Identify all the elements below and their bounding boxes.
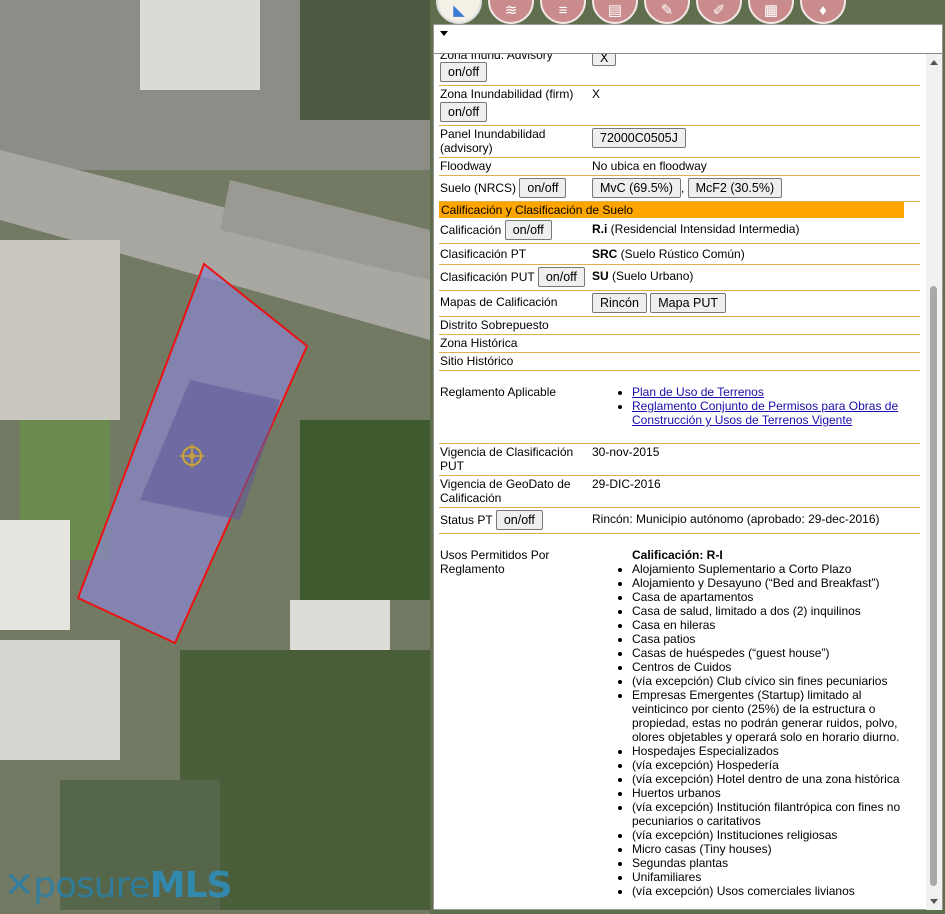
uses-list: Alojamiento Suplementario a Corto PlazoA… [592,562,920,898]
row-value: Rincón: Municipio autónomo (aprobado: 29… [592,512,880,526]
reglamento-conjunto-link[interactable]: Reglamento Conjunto de Permisos para Obr… [632,399,898,427]
panel-header [434,25,942,54]
list-item: Plan de Uso de Terrenos [632,385,920,399]
row-label: Zona Inundabilidad (firm) [440,87,574,101]
uses-list-item: (vía excepción) Usos comerciales liviano… [632,884,920,898]
scroll-down-icon[interactable] [930,899,938,904]
uses-list-item: Micro casas (Tiny houses) [632,842,920,856]
row-status-pt: Status PT on/off Rincón: Municipio autón… [439,508,920,534]
uses-list-item: (vía excepción) Hotel dentro de una zona… [632,772,920,786]
uses-list-item: Unifamiliares [632,870,920,884]
row-value: No ubica en floodway [592,159,707,173]
section-header: Calificación y Clasificación de Suelo [439,202,904,218]
value-button[interactable]: X [592,54,617,66]
mapa-put-button[interactable]: Mapa PUT [650,293,727,313]
row-distrito: Distrito Sobrepuesto [439,317,920,335]
uses-list-item: (vía excepción) Institución filantrópica… [632,800,920,828]
collapse-arrow-icon[interactable] [440,31,448,36]
row-label: Clasificación PUT [440,270,535,284]
row-label: Mapas de Calificación [440,295,558,309]
scrollbar[interactable] [926,54,942,910]
uses-list-item: (vía excepción) Club cívico sin fines pe… [632,674,920,688]
row-value: 30-nov-2015 [592,445,660,459]
zoning-desc: (Residencial Intensidad Intermedia) [607,222,800,236]
toggle-button[interactable]: on/off [440,102,488,122]
panel-button[interactable]: 72000C0505J [592,128,686,148]
uses-list-item: (vía excepción) Hospedería [632,758,920,772]
uses-list-item: Casa de salud, limitado a dos (2) inquil… [632,604,920,618]
logo-mark-icon: ✕ [4,865,34,906]
row-label: Suelo (NRCS) [440,181,517,195]
toggle-button[interactable]: on/off [537,267,585,287]
row-label: Vigencia de GeoDato de Calificación [440,477,571,505]
soil-button-2[interactable]: McF2 (30.5%) [687,178,783,198]
row-label: Distrito Sobrepuesto [440,318,549,332]
row-label: Floodway [440,159,492,173]
row-value: X [592,87,601,101]
uses-list-item: Alojamiento Suplementario a Corto Plazo [632,562,920,576]
separator: , [680,181,685,195]
row-suelo: Suelo (NRCS) on/off MvC (69.5%), McF2 (3… [439,176,920,202]
row-label: Vigencia de Clasificación PUT [440,445,574,473]
class-code: SU [592,269,609,283]
row-usos-permitidos: Usos Permitidos Por Reglamento Calificac… [439,534,920,910]
uses-list-item: Empresas Emergentes (Startup) limitado a… [632,688,920,744]
row-zona-advisory: Zona Inund. Advisory on/off X [439,54,920,86]
scrollbar-thumb[interactable] [930,286,937,886]
scroll-up-icon[interactable] [930,60,938,65]
row-label: Zona Inund. Advisory [440,54,553,62]
row-vigencia-clasificacion: Vigencia de Clasificación PUT 30-nov-201… [439,444,920,476]
uses-heading: Calificación: R-I [632,548,723,562]
row-vigencia-geodato: Vigencia de GeoDato de Calificación 29-D… [439,476,920,508]
class-code: SRC [592,247,618,261]
row-floodway: Floodway No ubica en floodway [439,158,920,176]
uses-list-item: Huertos urbanos [632,786,920,800]
row-label: Panel Inundabilidad (advisory) [440,127,546,155]
list-item: Reglamento Conjunto de Permisos para Obr… [632,399,920,427]
row-value: 29-DIC-2016 [592,477,661,491]
row-label: Zona Histórica [440,336,518,350]
row-clasificacion-put: Clasificación PUT on/off SU (Suelo Urban… [439,265,920,291]
row-calificacion: Calificación on/off R.i (Residencial Int… [439,218,920,244]
uses-list-item: Segundas plantas [632,856,920,870]
toggle-button[interactable]: on/off [495,510,543,530]
uses-list-item: Casa de apartamentos [632,590,920,604]
row-zona-firm: Zona Inundabilidad (firm) on/off X [439,86,920,126]
toggle-button[interactable]: on/off [519,178,567,198]
plan-uso-terrenos-link[interactable]: Plan de Uso de Terrenos [632,385,764,399]
uses-list-item: Casas de huéspedes (“guest house”) [632,646,920,660]
rincon-map-button[interactable]: Rincón [592,293,647,313]
exposuremls-logo: ✕posureMLS [4,865,232,906]
row-sitio-historico: Sitio Histórico [439,353,920,371]
row-clasificacion-pt: Clasificación PT SRC (Suelo Rústico Comú… [439,244,920,265]
toggle-button[interactable]: on/off [440,62,488,82]
row-label: Status PT [440,513,493,527]
row-mapas: Mapas de Calificación Rincón Mapa PUT [439,291,920,317]
row-zona-historica: Zona Histórica [439,335,920,353]
row-label: Calificación [440,223,502,237]
row-label: Clasificación PT [440,247,527,261]
row-reglamento: Reglamento Aplicable Plan de Uso de Terr… [439,371,920,444]
class-desc: (Suelo Urbano) [608,269,694,283]
uses-list-item: Casa patios [632,632,920,646]
uses-list-item: (vía excepción) Instituciones religiosas [632,828,920,842]
row-label: Sitio Histórico [440,354,514,368]
uses-list-item: Hospedajes Especializados [632,744,920,758]
property-info-panel: Zona Inund. Advisory on/off X Zona Inunda… [433,24,943,910]
row-panel-inundabilidad: Panel Inundabilidad (advisory) 72000C050… [439,126,920,158]
uses-list-item: Alojamiento y Desayuno (“Bed and Breakfa… [632,576,920,590]
uses-list-item: Centros de Cuidos [632,660,920,674]
class-desc: (Suelo Rústico Común) [617,247,745,261]
uses-list-item: Casa en hileras [632,618,920,632]
panel-content: Zona Inund. Advisory on/off X Zona Inunda… [434,54,924,910]
toggle-button[interactable]: on/off [504,220,552,240]
zoning-code: R.i [592,222,608,236]
soil-button-1[interactable]: MvC (69.5%) [592,178,681,198]
